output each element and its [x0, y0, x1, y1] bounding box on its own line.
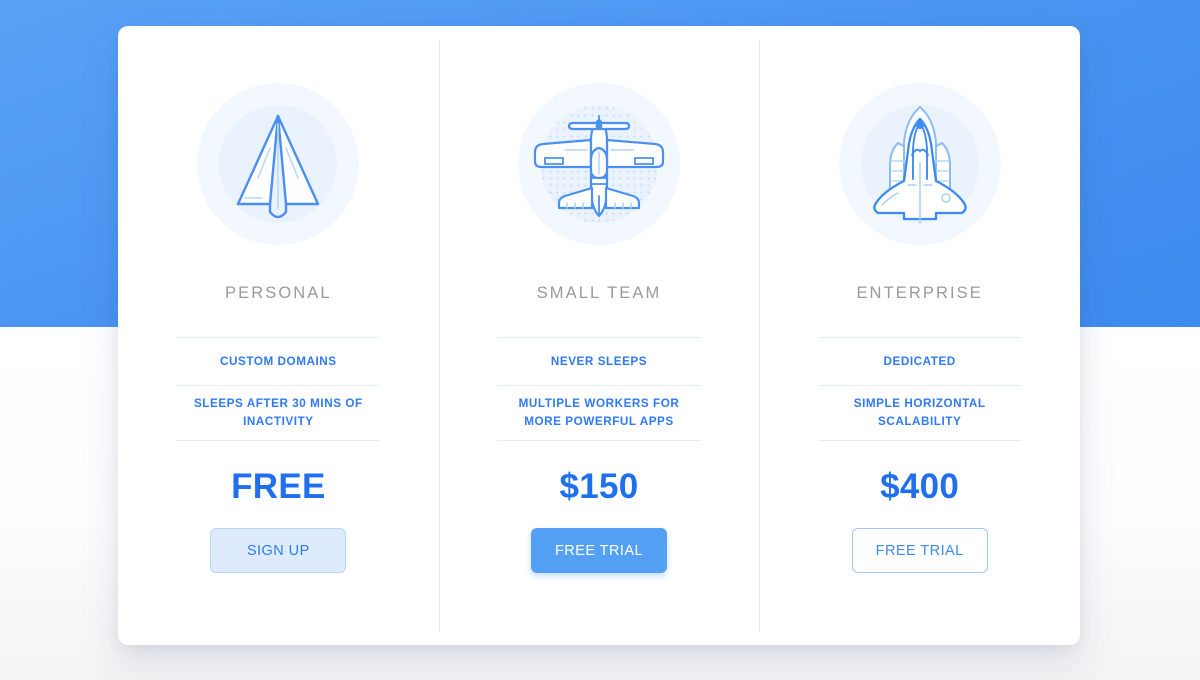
plan-title: SMALL TEAM [536, 284, 662, 302]
plan-title: ENTERPRISE [856, 284, 983, 302]
feature-text: DEDICATED [883, 354, 956, 368]
feature-text: MULTIPLE WORKERS FOR MORE POWERFUL APPS [518, 397, 680, 428]
feature-item: SIMPLE HORIZONTAL SCALABILITY [817, 385, 1022, 441]
plan-title: PERSONAL [225, 284, 332, 302]
feature-text: CUSTOM DOMAINS [220, 354, 337, 368]
feature-list: DEDICATED SIMPLE HORIZONTAL SCALABILITY [817, 337, 1022, 441]
feature-item: DEDICATED [817, 337, 1022, 385]
feature-item: SLEEPS AFTER 30 MINS OF INACTIVITY [176, 385, 381, 441]
plan-icon-enterprise [830, 74, 1010, 254]
feature-item: NEVER SLEEPS [497, 337, 701, 385]
space-shuttle-icon [872, 106, 967, 224]
plan-price: $150 [559, 467, 639, 506]
plan-icon-personal [188, 74, 368, 254]
feature-item: CUSTOM DOMAINS [176, 337, 381, 385]
free-trial-button[interactable]: FREE TRIAL [851, 528, 988, 573]
plan-price: FREE [231, 467, 326, 506]
plan-column-personal: PERSONAL CUSTOM DOMAINS SLEEPS AFTER 30 … [118, 26, 439, 645]
plan-column-enterprise: ENTERPRISE DEDICATED SIMPLE HORIZONTAL S… [759, 26, 1080, 645]
feature-list: NEVER SLEEPS MULTIPLE WORKERS FOR MORE P… [497, 337, 701, 441]
plan-icon-small-team [509, 74, 689, 254]
feature-list: CUSTOM DOMAINS SLEEPS AFTER 30 MINS OF I… [176, 337, 381, 441]
feature-text: SIMPLE HORIZONTAL SCALABILITY [853, 397, 986, 428]
feature-item: MULTIPLE WORKERS FOR MORE POWERFUL APPS [497, 385, 701, 441]
plan-price: $400 [880, 467, 960, 506]
feature-text: NEVER SLEEPS [550, 354, 648, 368]
signup-button[interactable]: SIGN UP [210, 528, 347, 573]
plan-column-small-team: SMALL TEAM NEVER SLEEPS MULTIPLE WORKERS… [438, 26, 760, 645]
propeller-plane-icon [533, 115, 665, 218]
paper-plane-icon [237, 114, 320, 219]
feature-text: SLEEPS AFTER 30 MINS OF INACTIVITY [193, 397, 363, 428]
pricing-card: PERSONAL CUSTOM DOMAINS SLEEPS AFTER 30 … [118, 26, 1080, 645]
free-trial-button[interactable]: FREE TRIAL [531, 528, 667, 573]
